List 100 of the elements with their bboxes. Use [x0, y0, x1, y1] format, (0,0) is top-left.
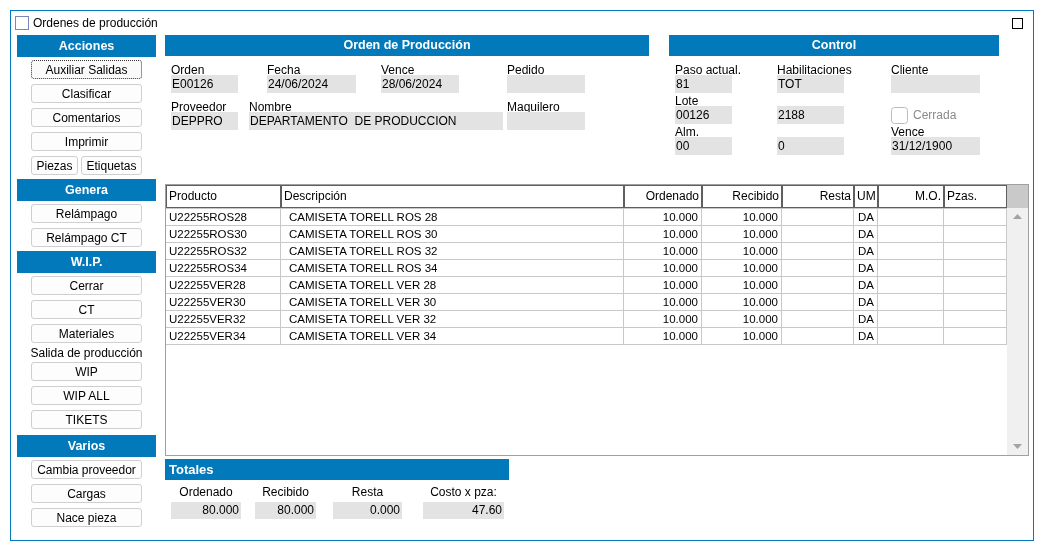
table-cell: U22255VER34	[166, 328, 281, 344]
input-field[interactable]	[507, 112, 585, 130]
table-cell: 10.000	[702, 294, 782, 310]
field-label: Nombre	[249, 101, 292, 114]
field-label: Ordenado	[178, 484, 234, 500]
input-field[interactable]: 31/12/1900	[891, 137, 980, 155]
sidebar-button[interactable]: Nace pieza	[31, 508, 142, 527]
input-field[interactable]: TOT	[777, 75, 844, 93]
scroll-down-icon[interactable]	[1013, 444, 1022, 449]
input-field[interactable]	[507, 75, 585, 93]
column-header[interactable]: UM	[854, 185, 878, 208]
field-label: Habilitaciones	[777, 64, 852, 77]
panel-header: Orden de Producción	[165, 35, 649, 56]
table-cell: U22255ROS32	[166, 243, 281, 259]
table-cell: U22255VER28	[166, 277, 281, 293]
sidebar-button[interactable]: Auxiliar Salidas	[31, 60, 142, 79]
table-cell: 10.000	[624, 243, 702, 259]
sidebar-button[interactable]: CT	[31, 300, 142, 319]
sidebar-button[interactable]: TIKETS	[31, 410, 142, 429]
table-cell: CAMISETA TORELL ROS 28	[281, 209, 624, 225]
maximize-icon[interactable]	[1012, 17, 1023, 29]
panel-header: Control	[669, 35, 999, 56]
table-cell: 10.000	[624, 226, 702, 242]
sidebar-button[interactable]: Imprimir	[31, 132, 142, 151]
table-cell: 10.000	[624, 294, 702, 310]
table-cell: CAMISETA TORELL ROS 30	[281, 226, 624, 242]
checkbox-label: Cerrada	[913, 108, 957, 122]
table-cell: DA	[854, 294, 878, 310]
field-label: Costo x pza:	[429, 484, 498, 500]
table-cell: 10.000	[702, 209, 782, 225]
table-cell: U22255VER32	[166, 311, 281, 327]
table-cell: CAMISETA TORELL ROS 32	[281, 243, 624, 259]
input-field[interactable]: 2188	[777, 106, 844, 124]
table-cell: 10.000	[624, 328, 702, 344]
table-cell: U22255VER30	[166, 294, 281, 310]
table-cell: U22255ROS28	[166, 209, 281, 225]
input-field: 47.60	[423, 502, 504, 519]
column-header[interactable]: Resta	[782, 185, 854, 208]
table-cell: 10.000	[624, 260, 702, 276]
field-label: Pedido	[507, 64, 545, 77]
input-field[interactable]: 0	[777, 137, 844, 155]
column-header[interactable]: Producto	[166, 185, 281, 208]
input-field[interactable]: 24/06/2024	[267, 75, 356, 93]
sidebar-button[interactable]: Cargas	[31, 484, 142, 503]
table-cell: 10.000	[624, 209, 702, 225]
input-field[interactable]	[891, 75, 980, 93]
table-cell: 10.000	[702, 226, 782, 242]
table-cell: 10.000	[702, 277, 782, 293]
window-title: Ordenes de producción	[33, 16, 158, 30]
field-label: Proveedor	[171, 101, 227, 114]
input-field[interactable]: 00126	[675, 106, 732, 124]
input-field: 0.000	[333, 502, 402, 519]
section-header: Acciones	[17, 35, 156, 57]
input-field[interactable]: 00	[675, 137, 732, 155]
field-label: Paso actual.	[675, 64, 742, 77]
table-cell: 10.000	[702, 243, 782, 259]
input-field[interactable]: DEPPRO	[171, 112, 238, 130]
input-field[interactable]: 81	[675, 75, 732, 93]
column-header[interactable]: Pzas.	[944, 185, 1007, 208]
table-cell: DA	[854, 226, 878, 242]
panel-header: Totales	[165, 459, 509, 480]
table-cell: CAMISETA TORELL ROS 34	[281, 260, 624, 276]
field-label: Maquilero	[507, 101, 560, 114]
input-field: 80.000	[255, 502, 316, 519]
input-field[interactable]: DEPARTAMENTO DE PRODUCCION	[249, 112, 503, 130]
field-label: Cliente	[891, 64, 929, 77]
scrollbar[interactable]	[1007, 208, 1028, 455]
table-cell: DA	[854, 209, 878, 225]
sidebar-button[interactable]: Materiales	[31, 324, 142, 343]
table-cell: U22255ROS34	[166, 260, 281, 276]
field-label: Vence	[381, 64, 415, 77]
column-header[interactable]: Recibido	[702, 185, 782, 208]
sidebar-button[interactable]: WIP ALL	[31, 386, 142, 405]
column-header[interactable]: Ordenado	[624, 185, 702, 208]
table-cell: 10.000	[624, 277, 702, 293]
table-cell: CAMISETA TORELL VER 34	[281, 328, 624, 344]
input-field[interactable]: 28/06/2024	[381, 75, 459, 93]
sidebar-button[interactable]: Etiquetas	[81, 156, 142, 175]
table-cell: 10.000	[702, 311, 782, 327]
sidebar-button[interactable]: Piezas	[31, 156, 78, 175]
field-label: Fecha	[267, 64, 301, 77]
sidebar-button[interactable]: Comentarios	[31, 108, 142, 127]
sidebar-button[interactable]: WIP	[31, 362, 142, 381]
section-header: W.I.P.	[17, 251, 156, 273]
sidebar-button[interactable]: Cambia proveedor	[31, 460, 142, 479]
field-label: Alm.	[675, 126, 699, 139]
sidebar-button[interactable]: Relámpago CT	[31, 228, 142, 247]
table-cell: 10.000	[624, 311, 702, 327]
field-label: Lote	[675, 95, 699, 108]
sidebar-button[interactable]: Clasificar	[31, 84, 142, 103]
table-cell: CAMISETA TORELL VER 32	[281, 311, 624, 327]
table-cell: DA	[854, 277, 878, 293]
sidebar-button[interactable]: Cerrar	[31, 276, 142, 295]
column-header[interactable]: Descripción	[281, 185, 624, 208]
table-cell: DA	[854, 311, 878, 327]
column-header[interactable]: M.O.	[878, 185, 944, 208]
input-field[interactable]: E00126	[171, 75, 238, 93]
scroll-up-icon[interactable]	[1013, 214, 1022, 219]
table-cell: CAMISETA TORELL VER 30	[281, 294, 624, 310]
sidebar-button[interactable]: Relámpago	[31, 204, 142, 223]
